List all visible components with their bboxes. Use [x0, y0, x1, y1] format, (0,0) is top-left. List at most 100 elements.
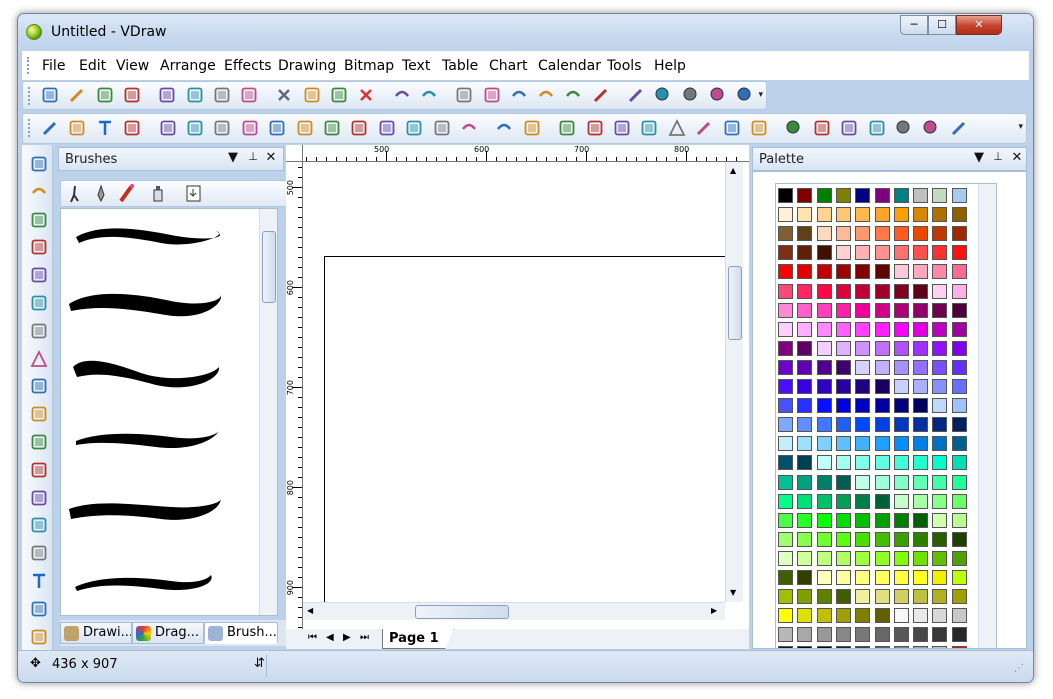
film-icon[interactable] [30, 377, 48, 395]
color-swatch[interactable] [893, 302, 909, 318]
color-swatch[interactable] [874, 207, 890, 223]
brush-style-icon[interactable] [70, 185, 79, 203]
red-brush-icon[interactable] [119, 184, 134, 203]
brushes-scrollbar[interactable] [259, 209, 277, 615]
color-swatch[interactable] [797, 455, 813, 471]
color-swatch[interactable] [951, 398, 967, 414]
color-swatch[interactable] [874, 379, 890, 394]
color-swatch[interactable] [874, 245, 890, 261]
zoom-100-icon[interactable] [709, 86, 727, 104]
menu-arrange[interactable]: Arrange [160, 58, 216, 74]
toolbar-grip[interactable] [28, 119, 31, 137]
tab-drag[interactable]: Drag... [132, 622, 204, 644]
color-swatch[interactable] [932, 455, 948, 471]
color-swatch[interactable] [855, 512, 871, 528]
color-swatch[interactable] [835, 474, 851, 490]
scroll-left-arrow[interactable]: ◀ [307, 606, 313, 615]
color-swatch[interactable] [816, 321, 832, 337]
zoom-out-icon[interactable] [682, 86, 700, 104]
color-swatch[interactable] [874, 340, 890, 356]
color-swatch[interactable] [951, 474, 967, 490]
brush-stroke-4[interactable] [76, 431, 219, 449]
color-swatch[interactable] [932, 570, 948, 585]
color-swatch[interactable] [913, 226, 929, 242]
canvas-hscroll-thumb[interactable] [415, 605, 509, 619]
color-swatch[interactable] [835, 359, 851, 375]
close-button[interactable]: ✕ [956, 15, 1002, 35]
print-icon[interactable] [186, 86, 204, 104]
color-swatch[interactable] [778, 398, 793, 414]
color-swatch[interactable] [932, 550, 948, 566]
color-swatch[interactable] [797, 474, 813, 490]
color-swatch[interactable] [835, 226, 851, 242]
color-swatch[interactable] [893, 627, 909, 643]
color-swatch[interactable] [855, 436, 871, 452]
toolbar-overflow-icon[interactable]: ▾ [758, 90, 763, 100]
color-swatch[interactable] [932, 302, 948, 318]
color-swatch[interactable] [835, 646, 851, 648]
color-swatch[interactable] [778, 550, 793, 566]
circle-dash-icon[interactable] [922, 119, 940, 137]
connector-icon[interactable] [30, 238, 48, 256]
gear-icon[interactable] [840, 119, 858, 137]
redo-icon[interactable] [420, 86, 438, 104]
mosaic-icon[interactable] [813, 119, 831, 137]
color-swatch[interactable] [778, 531, 793, 547]
brushes-scroll-thumb[interactable] [262, 231, 276, 303]
color-swatch[interactable] [951, 512, 967, 528]
palette-scrollbar[interactable] [978, 184, 996, 648]
color-swatch[interactable] [835, 589, 851, 605]
color-swatch[interactable] [816, 512, 832, 528]
color-swatch[interactable] [874, 627, 890, 643]
color-swatch[interactable] [893, 245, 909, 261]
color-swatch[interactable] [778, 436, 793, 452]
color-swatch[interactable] [835, 531, 851, 547]
color-swatch[interactable] [797, 570, 813, 585]
maximize-button[interactable]: ☐ [928, 15, 956, 35]
delete-icon[interactable] [357, 86, 375, 104]
color-swatch[interactable] [816, 531, 832, 547]
color-swatch[interactable] [835, 283, 851, 299]
color-swatch[interactable] [797, 207, 813, 223]
brushes-close-button[interactable]: ✕ [263, 150, 279, 165]
color-swatch[interactable] [797, 493, 813, 509]
color-swatch[interactable] [835, 207, 851, 223]
color-swatch[interactable] [893, 417, 909, 433]
color-swatch[interactable] [816, 245, 832, 261]
brush-stroke-2[interactable] [69, 293, 222, 317]
menu-tools[interactable]: Tools [607, 58, 642, 74]
pen-nib-icon[interactable] [97, 184, 105, 203]
color-swatch[interactable] [893, 359, 909, 375]
color-swatch[interactable] [855, 608, 871, 624]
last-page-button[interactable]: ⏭ [360, 632, 369, 643]
color-swatch[interactable] [855, 264, 871, 280]
tree-icon[interactable] [668, 118, 686, 137]
color-swatch[interactable] [797, 302, 813, 318]
color-swatch[interactable] [797, 550, 813, 566]
color-swatch[interactable] [835, 264, 851, 280]
frame-square-icon[interactable] [350, 119, 368, 137]
color-swatch[interactable] [797, 417, 813, 433]
color-swatch[interactable] [778, 474, 793, 490]
color-swatch[interactable] [816, 608, 832, 624]
org-chart-icon[interactable] [30, 405, 48, 423]
color-swatch[interactable] [835, 398, 851, 414]
color-swatch[interactable] [951, 302, 967, 318]
color-swatch[interactable] [913, 589, 929, 605]
color-swatch[interactable] [816, 589, 832, 605]
color-swatch[interactable] [778, 245, 793, 261]
color-swatch[interactable] [835, 455, 851, 471]
color-swatch[interactable] [874, 398, 890, 414]
brush-stroke-6[interactable] [75, 575, 212, 591]
color-swatch[interactable] [893, 379, 909, 394]
color-swatch[interactable] [874, 188, 890, 203]
color-swatch[interactable] [893, 493, 909, 509]
cut-icon[interactable] [275, 86, 293, 104]
color-swatch[interactable] [874, 359, 890, 375]
color-swatch[interactable] [855, 245, 871, 261]
color-swatch[interactable] [835, 512, 851, 528]
color-swatch[interactable] [932, 226, 948, 242]
color-swatch[interactable] [913, 474, 929, 490]
back-icon[interactable] [510, 86, 528, 104]
color-swatch[interactable] [951, 264, 967, 280]
